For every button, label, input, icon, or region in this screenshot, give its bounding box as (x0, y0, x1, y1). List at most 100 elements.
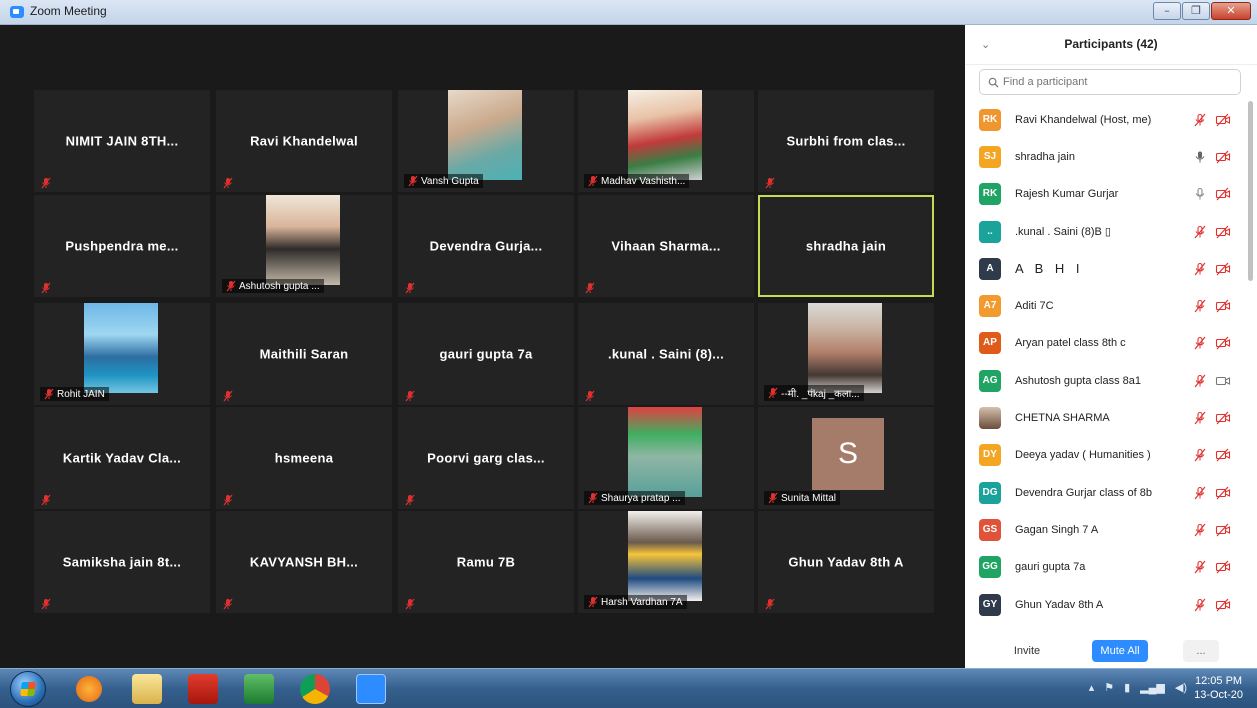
video-tile[interactable]: Maithili Saran (216, 303, 392, 405)
muted-mic-icon (41, 177, 51, 189)
maximize-button[interactable]: ❐ (1182, 2, 1210, 20)
network-icon[interactable]: ▮ (1124, 681, 1130, 694)
video-tile[interactable]: Shaurya pratap ... (578, 407, 754, 509)
muted-mic-icon[interactable] (1193, 225, 1207, 239)
participant-row[interactable]: A7 Aditi 7C (965, 287, 1245, 324)
video-tile[interactable]: NIMIT JAIN 8TH... (34, 90, 210, 192)
muted-mic-icon[interactable] (1193, 448, 1207, 462)
video-off-icon[interactable] (1215, 187, 1231, 201)
pdf-reader-taskbar-icon[interactable] (188, 674, 218, 704)
participant-row[interactable]: SJ shradha jain (965, 138, 1245, 175)
muted-mic-icon[interactable] (1193, 523, 1207, 537)
muted-mic-icon[interactable] (1193, 486, 1207, 500)
video-tile[interactable]: Harsh Vardhan 7A (578, 511, 754, 613)
video-off-icon[interactable] (1215, 150, 1231, 164)
video-tile[interactable]: hsmeena (216, 407, 392, 509)
video-tile[interactable]: Madhav Vashisth... (578, 90, 754, 192)
video-tile[interactable]: Surbhi from clas... (758, 90, 934, 192)
more-button[interactable]: ... (1183, 639, 1219, 662)
video-off-icon[interactable] (1215, 262, 1231, 276)
file-explorer-taskbar-icon[interactable] (132, 674, 162, 704)
video-on-icon[interactable] (1215, 374, 1231, 388)
video-tile[interactable]: Poorvi garg clas... (398, 407, 574, 509)
muted-mic-icon[interactable] (1193, 336, 1207, 350)
tile-name: Surbhi from clas... (786, 133, 906, 149)
tile-name: gauri gupta 7a (439, 346, 533, 362)
participant-row[interactable]: RK Rajesh Kumar Gurjar (965, 176, 1245, 213)
zoom-taskbar-icon[interactable] (356, 674, 386, 704)
video-tile[interactable]: Samiksha jain 8t... (34, 511, 210, 613)
participant-status-icons (1193, 150, 1231, 164)
muted-mic-icon (405, 494, 415, 506)
muted-mic-icon[interactable] (1193, 598, 1207, 612)
invite-button[interactable]: Invite (1001, 639, 1053, 662)
participant-row[interactable]: CHETNA SHARMA (965, 399, 1245, 436)
video-tile[interactable]: Rohit JAIN (34, 303, 210, 405)
video-off-icon[interactable] (1215, 225, 1231, 239)
participant-list-scrollbar[interactable] (1248, 101, 1253, 281)
muted-mic-icon[interactable] (1193, 262, 1207, 276)
tile-name: Poorvi garg clas... (427, 450, 545, 466)
start-button[interactable] (10, 671, 46, 707)
video-tile[interactable]: Kartik Yadav Cla... (34, 407, 210, 509)
participant-row[interactable]: GY Ghun Yadav 8th A (965, 586, 1245, 623)
muted-mic-icon[interactable] (1193, 560, 1207, 574)
muted-mic-icon[interactable] (1193, 374, 1207, 388)
tile-name-label: Madhav Vashisth... (584, 174, 690, 188)
video-tile[interactable]: S Sunita Mittal (758, 407, 934, 509)
muted-mic-icon[interactable] (1193, 299, 1207, 313)
video-off-icon[interactable] (1215, 336, 1231, 350)
participant-row[interactable]: DG Devendra Gurjar class of 8b (965, 474, 1245, 511)
participant-search-input[interactable] (1003, 76, 1223, 88)
window-controls: – ❐ ✕ (1153, 2, 1251, 20)
video-off-icon[interactable] (1215, 411, 1231, 425)
system-clock[interactable]: 12:05 PM 13-Oct-20 (1194, 674, 1243, 702)
participant-row[interactable]: GG gauri gupta 7a (965, 549, 1245, 586)
video-tile[interactable]: KAVYANSH BH... (216, 511, 392, 613)
mic-icon[interactable] (1193, 150, 1207, 164)
video-tile[interactable]: gauri gupta 7a (398, 303, 574, 405)
video-tile[interactable]: --मी. _पंkaj _कला... (758, 303, 934, 405)
excel-taskbar-icon[interactable] (244, 674, 274, 704)
participant-row[interactable]: RK Ravi Khandelwal (Host, me) (965, 101, 1245, 138)
video-tile[interactable]: Ravi Khandelwal (216, 90, 392, 192)
participant-row[interactable]: AA B H I (965, 250, 1245, 287)
tray-arrow-icon[interactable]: ▴ (1089, 681, 1095, 694)
minimize-button[interactable]: – (1153, 2, 1181, 20)
participant-row[interactable]: .. .kunal . Saini (8)B ▯ (965, 213, 1245, 250)
participant-name: Aryan patel class 8th c (1015, 337, 1126, 350)
video-tile[interactable]: Vihaan Sharma... (578, 195, 754, 297)
mute-all-button[interactable]: Mute All (1092, 639, 1148, 662)
participant-search[interactable] (979, 69, 1241, 95)
chrome-taskbar-icon[interactable] (300, 674, 330, 704)
video-tile[interactable]: Ashutosh gupta ... (216, 195, 392, 297)
video-tile[interactable]: Ghun Yadav 8th A (758, 511, 934, 613)
video-off-icon[interactable] (1215, 486, 1231, 500)
video-off-icon[interactable] (1215, 560, 1231, 574)
video-tile[interactable]: shradha jain (758, 195, 934, 297)
video-off-icon[interactable] (1215, 523, 1231, 537)
video-off-icon[interactable] (1215, 598, 1231, 612)
participant-row[interactable]: AG Ashutosh gupta class 8a1 (965, 362, 1245, 399)
video-off-icon[interactable] (1215, 448, 1231, 462)
video-tile[interactable]: Vansh Gupta (398, 90, 574, 192)
video-tile[interactable]: Pushpendra me... (34, 195, 210, 297)
signal-icon[interactable]: ▂▄▆ (1140, 681, 1165, 694)
media-player-taskbar-icon[interactable] (76, 676, 102, 702)
close-button[interactable]: ✕ (1211, 2, 1251, 20)
video-tile[interactable]: Devendra Gurja... (398, 195, 574, 297)
muted-mic-icon[interactable] (1193, 411, 1207, 425)
flag-icon[interactable]: ⚑ (1104, 681, 1114, 694)
participant-row[interactable]: DY Deeya yadav ( Humanities ) (965, 437, 1245, 474)
tile-name: shradha jain (805, 238, 887, 254)
volume-icon[interactable]: ◀) (1175, 681, 1187, 694)
video-tile[interactable]: Ramu 7B (398, 511, 574, 613)
muted-mic-icon[interactable] (1193, 113, 1207, 127)
mic-icon[interactable] (1193, 187, 1207, 201)
video-off-icon[interactable] (1215, 299, 1231, 313)
participant-row[interactable]: GS Gagan Singh 7 A (965, 511, 1245, 548)
video-tile[interactable]: .kunal . Saini (8)... (578, 303, 754, 405)
muted-mic-icon (405, 598, 415, 610)
participant-row[interactable]: AP Aryan patel class 8th c (965, 325, 1245, 362)
video-off-icon[interactable] (1215, 113, 1231, 127)
